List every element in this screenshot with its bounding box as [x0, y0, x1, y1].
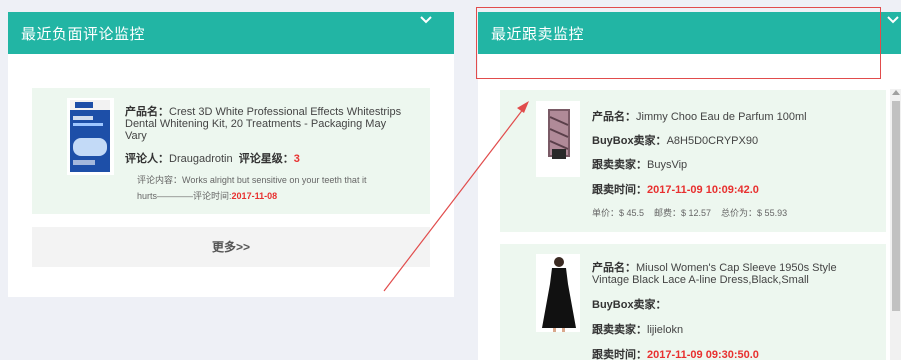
- annotation-arrow-icon: [383, 101, 529, 292]
